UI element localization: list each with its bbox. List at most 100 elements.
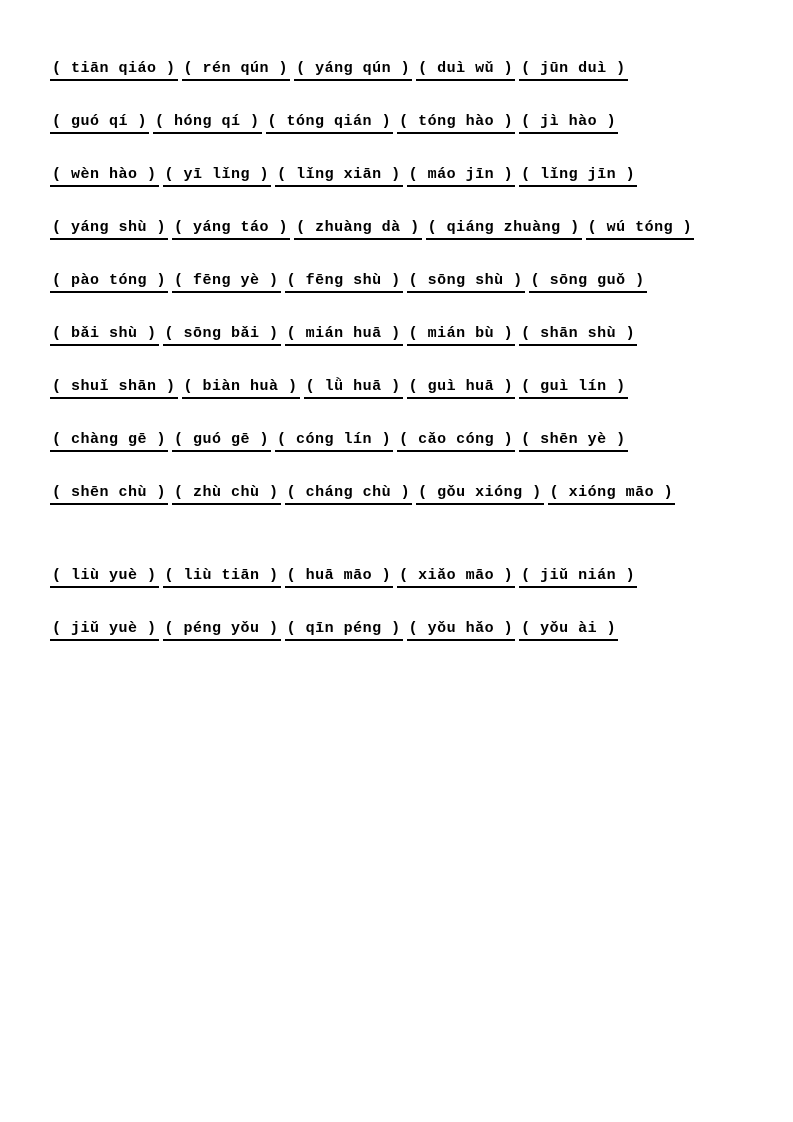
list-item: ( guó gē ): [172, 431, 271, 452]
item-label: ( tiān qiáo ): [50, 60, 178, 81]
item-label: ( péng yǒu ): [163, 620, 281, 641]
item-label: ( xióng māo ): [548, 484, 676, 505]
row-2: ( wèn hào )( yī lǐng )( lǐng xiān )( máo…: [50, 166, 743, 191]
list-item: ( máo jīn ): [407, 166, 516, 187]
list-item: ( rén qún ): [182, 60, 291, 81]
item-label: ( yáng táo ): [172, 219, 290, 240]
item-label: ( fēng yè ): [172, 272, 281, 293]
item-label: ( xiǎo māo ): [397, 567, 515, 588]
item-label: ( lǜ huā ): [304, 378, 403, 399]
item-label: ( mián bù ): [407, 325, 516, 346]
row-0: ( tiān qiáo )( rén qún )( yáng qún )( du…: [50, 60, 743, 85]
list-item: ( zhuàng dà ): [294, 219, 422, 240]
list-item: ( sōng guǒ ): [529, 272, 647, 293]
list-item: ( bǎi shù ): [50, 325, 159, 346]
list-item: ( guì lín ): [519, 378, 628, 399]
item-label: ( mián huā ): [285, 325, 403, 346]
list-item: ( qiáng zhuàng ): [426, 219, 582, 240]
item-label: ( shēn chù ): [50, 484, 168, 505]
row-5: ( bǎi shù )( sōng bǎi )( mián huā )( miá…: [50, 325, 743, 350]
item-label: ( guì huā ): [407, 378, 516, 399]
item-label: ( rén qún ): [182, 60, 291, 81]
item-label: ( chàng gē ): [50, 431, 168, 452]
item-label: ( fēng shù ): [285, 272, 403, 293]
list-item: ( liù tiān ): [163, 567, 281, 588]
item-label: ( zhuàng dà ): [294, 219, 422, 240]
list-item: ( cháng chù ): [285, 484, 413, 505]
item-label: ( tóng hào ): [397, 113, 515, 134]
list-item: ( shēn chù ): [50, 484, 168, 505]
list-item: ( hóng qí ): [153, 113, 262, 134]
item-label: ( wú tóng ): [586, 219, 695, 240]
item-label: ( qīn péng ): [285, 620, 403, 641]
list-item: ( cǎo cóng ): [397, 431, 515, 452]
list-item: ( shuǐ shān ): [50, 378, 178, 399]
list-item: ( wú tóng ): [586, 219, 695, 240]
item-label: ( duì wǔ ): [416, 60, 515, 81]
list-item: ( zhù chù ): [172, 484, 281, 505]
list-item: ( shān shù ): [519, 325, 637, 346]
list-item: ( xióng māo ): [548, 484, 676, 505]
list-item: ( tóng qián ): [266, 113, 394, 134]
list-item: ( mián bù ): [407, 325, 516, 346]
row-8: ( shēn chù )( zhù chù )( cháng chù )( gǒ…: [50, 484, 743, 509]
list-item: ( yáng shù ): [50, 219, 168, 240]
item-label: ( liù yuè ): [50, 567, 159, 588]
list-item: ( duì wǔ ): [416, 60, 515, 81]
item-label: ( yáng qún ): [294, 60, 412, 81]
item-label: ( shuǐ shān ): [50, 378, 178, 399]
item-label: ( bǎi shù ): [50, 325, 159, 346]
list-item: ( tiān qiáo ): [50, 60, 178, 81]
item-label: ( yǒu ài ): [519, 620, 618, 641]
item-label: ( cóng lín ): [275, 431, 393, 452]
list-item: ( huā māo ): [285, 567, 394, 588]
row-7: ( chàng gē )( guó gē )( cóng lín )( cǎo …: [50, 431, 743, 456]
list-item: ( jì hào ): [519, 113, 618, 134]
list-item: ( xiǎo māo ): [397, 567, 515, 588]
list-item: ( yáng táo ): [172, 219, 290, 240]
item-label: ( jūn duì ): [519, 60, 628, 81]
item-label: ( lǐng jīn ): [519, 166, 637, 187]
list-item: ( liù yuè ): [50, 567, 159, 588]
item-label: ( sōng shù ): [407, 272, 525, 293]
list-item: ( qīn péng ): [285, 620, 403, 641]
item-label: ( yǒu hǎo ): [407, 620, 516, 641]
item-label: ( qiáng zhuàng ): [426, 219, 582, 240]
item-label: ( yī lǐng ): [163, 166, 272, 187]
row-6: ( shuǐ shān )( biàn huà )( lǜ huā )( guì…: [50, 378, 743, 403]
list-item: ( biàn huà ): [182, 378, 300, 399]
row-4: ( pào tóng )( fēng yè )( fēng shù )( sōn…: [50, 272, 743, 297]
list-item: ( lǜ huā ): [304, 378, 403, 399]
list-item: ( shēn yè ): [519, 431, 628, 452]
item-label: ( guì lín ): [519, 378, 628, 399]
item-label: ( zhù chù ): [172, 484, 281, 505]
item-label: ( wèn hào ): [50, 166, 159, 187]
list-item: ( sōng bǎi ): [163, 325, 281, 346]
item-label: ( guó qí ): [50, 113, 149, 134]
page: ( tiān qiáo )( rén qún )( yáng qún )( du…: [0, 0, 793, 1122]
item-label: ( jiǔ nián ): [519, 567, 637, 588]
row-11: ( jiǔ yuè )( péng yǒu )( qīn péng )( yǒu…: [50, 620, 743, 645]
item-label: ( pào tóng ): [50, 272, 168, 293]
list-item: ( yī lǐng ): [163, 166, 272, 187]
list-item: ( lǐng xiān ): [275, 166, 403, 187]
item-label: ( biàn huà ): [182, 378, 300, 399]
list-item: ( fēng shù ): [285, 272, 403, 293]
row-1: ( guó qí )( hóng qí )( tóng qián )( tóng…: [50, 113, 743, 138]
item-label: ( shēn yè ): [519, 431, 628, 452]
list-item: ( pào tóng ): [50, 272, 168, 293]
item-label: ( huā māo ): [285, 567, 394, 588]
list-item: ( chàng gē ): [50, 431, 168, 452]
list-item: ( mián huā ): [285, 325, 403, 346]
item-label: ( cháng chù ): [285, 484, 413, 505]
item-label: ( sōng bǎi ): [163, 325, 281, 346]
list-item: ( gǒu xióng ): [416, 484, 544, 505]
list-item: ( wèn hào ): [50, 166, 159, 187]
list-item: ( cóng lín ): [275, 431, 393, 452]
list-item: ( sōng shù ): [407, 272, 525, 293]
list-item: ( yǒu hǎo ): [407, 620, 516, 641]
item-label: ( hóng qí ): [153, 113, 262, 134]
item-label: ( tóng qián ): [266, 113, 394, 134]
row-3: ( yáng shù )( yáng táo )( zhuàng dà )( q…: [50, 219, 743, 244]
item-label: ( cǎo cóng ): [397, 431, 515, 452]
